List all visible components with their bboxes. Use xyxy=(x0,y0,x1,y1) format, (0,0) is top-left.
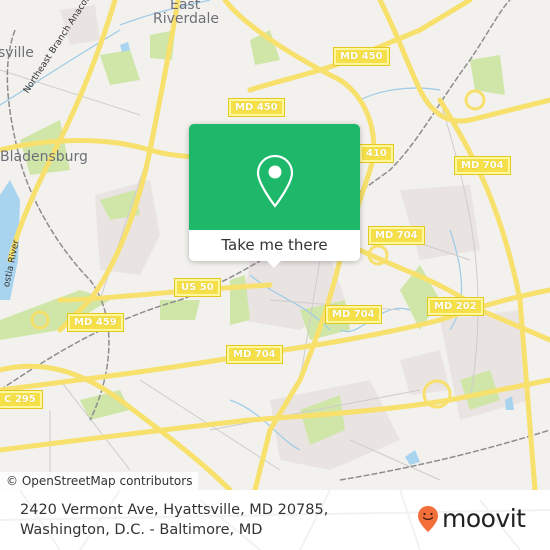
place-label-riverdale: Riverdale xyxy=(153,11,219,27)
take-me-there-button[interactable]: Take me there xyxy=(189,230,360,261)
location-pin-icon xyxy=(256,154,294,208)
location-popup: Take me there xyxy=(189,124,360,268)
popup-header xyxy=(189,124,360,230)
popup-pointer xyxy=(266,260,282,268)
road-shield-md704: MD 704 xyxy=(226,345,283,364)
road-shield-md459: MD 459 xyxy=(67,313,124,332)
moovit-pin-icon xyxy=(418,506,438,532)
footer: 2420 Vermont Ave, Hyattsville, MD 20785,… xyxy=(0,490,550,550)
address-line-2: Washington, D.C. - Baltimore, MD xyxy=(20,522,263,538)
address-line-1: 2420 Vermont Ave, Hyattsville, MD 20785, xyxy=(20,502,329,518)
road-shield-md704: MD 704 xyxy=(454,156,511,175)
map-view[interactable]: East Riverdale sville Bladensburg Northe… xyxy=(0,0,550,490)
address-text: 2420 Vermont Ave, Hyattsville, MD 20785,… xyxy=(20,500,328,540)
road-shield-md704: MD 704 xyxy=(325,305,382,324)
road-shield-us50: US 50 xyxy=(174,278,221,297)
place-label-hyattsville: sville xyxy=(0,45,34,61)
moovit-logo[interactable]: moovit xyxy=(417,504,526,534)
place-label-bladensburg: Bladensburg xyxy=(0,149,88,165)
road-shield-dc295: C 295 xyxy=(0,390,43,409)
road-shield-md410: 410 xyxy=(359,144,394,163)
map-attribution[interactable]: © OpenStreetMap contributors xyxy=(0,472,199,490)
road-shield-md450: MD 450 xyxy=(228,98,285,117)
road-shield-md704: MD 704 xyxy=(368,226,425,245)
moovit-wordmark: moovit xyxy=(442,504,526,533)
road-shield-md202: MD 202 xyxy=(427,297,484,316)
road-shield-md450: MD 450 xyxy=(333,47,390,66)
